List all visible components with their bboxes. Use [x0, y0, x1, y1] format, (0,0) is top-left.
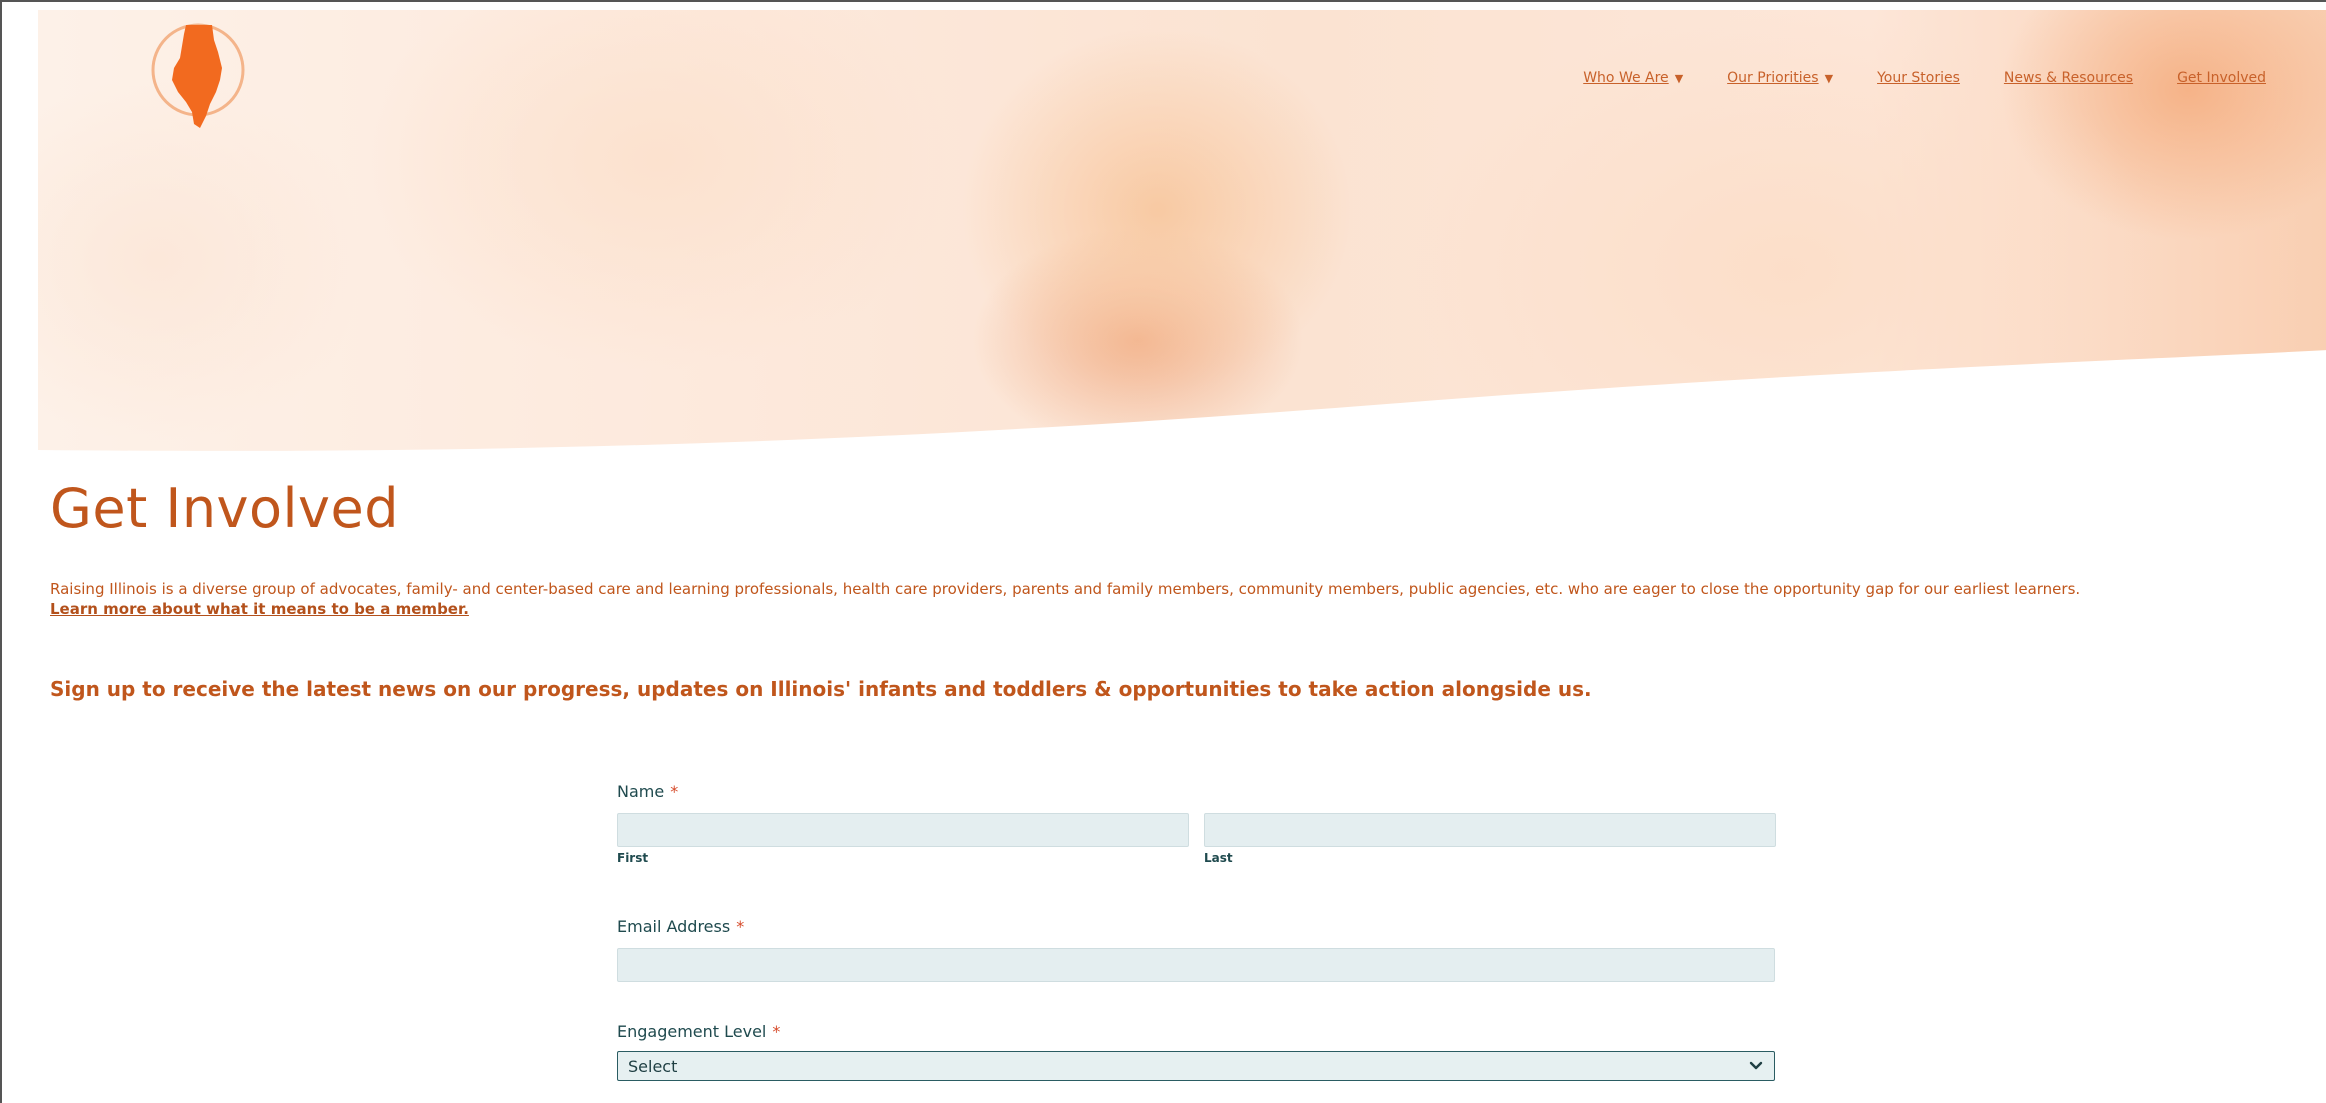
chevron-down-icon [1749, 1061, 1763, 1070]
last-name-sublabel: Last [1204, 851, 1233, 865]
learn-more-link[interactable]: Learn more about what it means to be a m… [50, 600, 469, 618]
select-value: Select [628, 1056, 678, 1076]
email-label-text: Email Address [617, 917, 731, 936]
engagement-level-select[interactable]: Select [617, 1051, 1775, 1081]
first-name-group: First [617, 813, 1189, 865]
hero-wave-divider [38, 350, 2326, 480]
hero-banner: Who We Are ▼ Our Priorities ▼ Your Stories… [38, 10, 2326, 480]
browser-viewport: Who We Are ▼ Our Priorities ▼ Your Stories… [0, 0, 2326, 1103]
nav-our-priorities[interactable]: Our Priorities ▼ [1727, 70, 1833, 86]
signup-heading: Sign up to receive the latest news on ou… [50, 677, 1592, 701]
email-input[interactable] [617, 948, 1775, 982]
intro-text: Raising Illinois is a diverse group of a… [50, 580, 2081, 598]
last-name-group: Last [1204, 813, 1776, 865]
nav-get-involved[interactable]: Get Involved [2177, 70, 2266, 86]
last-name-input[interactable] [1204, 813, 1776, 847]
email-label: Email Address * [617, 917, 1777, 936]
first-name-sublabel: First [617, 851, 649, 865]
page-title: Get Involved [50, 477, 400, 540]
nav-who-we-are[interactable]: Who We Are ▼ [1583, 70, 1683, 86]
caret-down-icon: ▼ [1824, 72, 1834, 85]
main-navigation: Who We Are ▼ Our Priorities ▼ Your Stories… [1583, 70, 2266, 86]
nav-label: Who We Are [1583, 70, 1669, 86]
engagement-label: Engagement Level * [617, 1022, 1777, 1041]
required-marker: * [670, 782, 679, 801]
engagement-label-text: Engagement Level [617, 1022, 767, 1041]
caret-down-icon: ▼ [1674, 72, 1684, 85]
signup-form: Name * First Last Email Address * Engageme… [617, 782, 1777, 1081]
required-marker: * [772, 1022, 781, 1041]
nav-your-stories[interactable]: Your Stories [1877, 70, 1960, 86]
name-label: Name * [617, 782, 1777, 801]
name-fields-row: First Last [617, 813, 1777, 865]
first-name-input[interactable] [617, 813, 1189, 847]
illinois-state-logo[interactable] [148, 20, 248, 135]
nav-label: Our Priorities [1727, 70, 1819, 86]
nav-news-resources[interactable]: News & Resources [2004, 70, 2133, 86]
name-label-text: Name [617, 782, 665, 801]
required-marker: * [736, 917, 745, 936]
